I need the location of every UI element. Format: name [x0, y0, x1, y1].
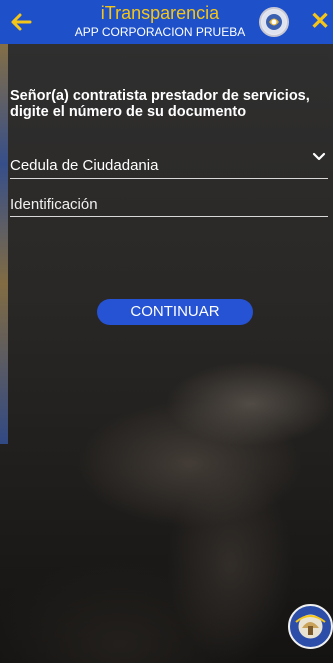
app-subtitle: APP CORPORACION PRUEBA [74, 25, 246, 39]
background-edge-decoration [0, 44, 8, 444]
brand-badge-logo[interactable] [288, 604, 333, 649]
document-prompt: Señor(a) contratista prestador de servic… [10, 88, 310, 120]
arrow-left-icon [11, 13, 32, 31]
app-title: iTransparencia [100, 3, 220, 23]
chevron-down-icon [312, 152, 326, 161]
document-type-select[interactable]: Cedula de Ciudadania [10, 148, 328, 179]
continue-button[interactable]: CONTINUAR [97, 299, 253, 325]
identification-field [10, 191, 328, 217]
institution-logo [259, 7, 289, 37]
identification-input[interactable] [10, 193, 320, 215]
header-title-block: iTransparencia APP CORPORACION PRUEBA [60, 3, 260, 40]
close-button[interactable]: ✕ [309, 10, 331, 34]
background-photo [0, 44, 333, 663]
close-icon: ✕ [309, 8, 331, 35]
back-button[interactable] [10, 11, 32, 33]
app-header: iTransparencia APP CORPORACION PRUEBA ✕ [0, 0, 333, 44]
document-type-value: Cedula de Ciudadania [10, 157, 159, 174]
